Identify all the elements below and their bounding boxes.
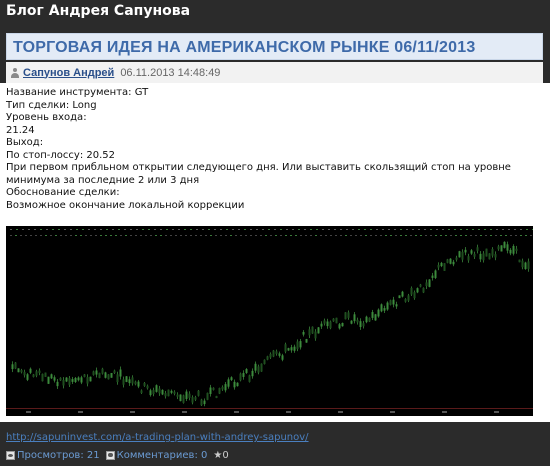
source-link[interactable]: http://sapuninvest.com/a-trading-plan-wi… xyxy=(6,432,309,443)
candlestick-chart xyxy=(6,229,533,413)
rating: ★0 xyxy=(213,450,229,461)
trade-type-line: Тип сделки: Long xyxy=(6,99,97,111)
exit-description-line-1: При первом прибльном открытии следующего… xyxy=(6,162,511,173)
comment-icon xyxy=(105,451,115,460)
post-stats: Просмотров: 21 Комментариев: 0 ★0 xyxy=(6,450,229,461)
exit-label: Выход: xyxy=(6,137,44,148)
eye-icon xyxy=(6,451,15,460)
post-meta: Сапунов Андрей 06.11.2013 14:48:49 xyxy=(6,62,543,83)
post-date: 06.11.2013 14:48:49 xyxy=(120,66,221,79)
stop-loss-line: По стоп-лоссу: 20.52 xyxy=(6,149,116,161)
blog-title: Блог Андрея Сапунова xyxy=(6,3,191,19)
post-footer: http://sapuninvest.com/a-trading-plan-wi… xyxy=(0,422,550,466)
instrument-line: Название инструмента: GT xyxy=(6,87,149,98)
author-link[interactable]: Сапунов Андрей xyxy=(23,67,114,79)
post-title[interactable]: ТОРГОВАЯ ИДЕЯ НА АМЕРИКАНСКОМ РЫНКЕ 06/1… xyxy=(6,33,543,60)
views-count[interactable]: Просмотров: 21 xyxy=(17,450,100,461)
post-title-text[interactable]: ТОРГОВАЯ ИДЕЯ НА АМЕРИКАНСКОМ РЫНКЕ 06/1… xyxy=(13,39,475,56)
rationale-label: Обоснование сделки: xyxy=(6,187,120,198)
user-icon xyxy=(10,67,20,78)
price-chart-image xyxy=(6,226,533,416)
rationale-text: Возможное окончание локальной коррекции xyxy=(6,199,245,211)
entry-label: Уровень входа: xyxy=(6,112,87,123)
exit-description-line-2: минимума за последние 2 или 3 дня xyxy=(6,174,200,186)
comments-count[interactable]: Комментариев: 0 xyxy=(117,450,208,461)
entry-value: 21.24 xyxy=(6,124,35,136)
